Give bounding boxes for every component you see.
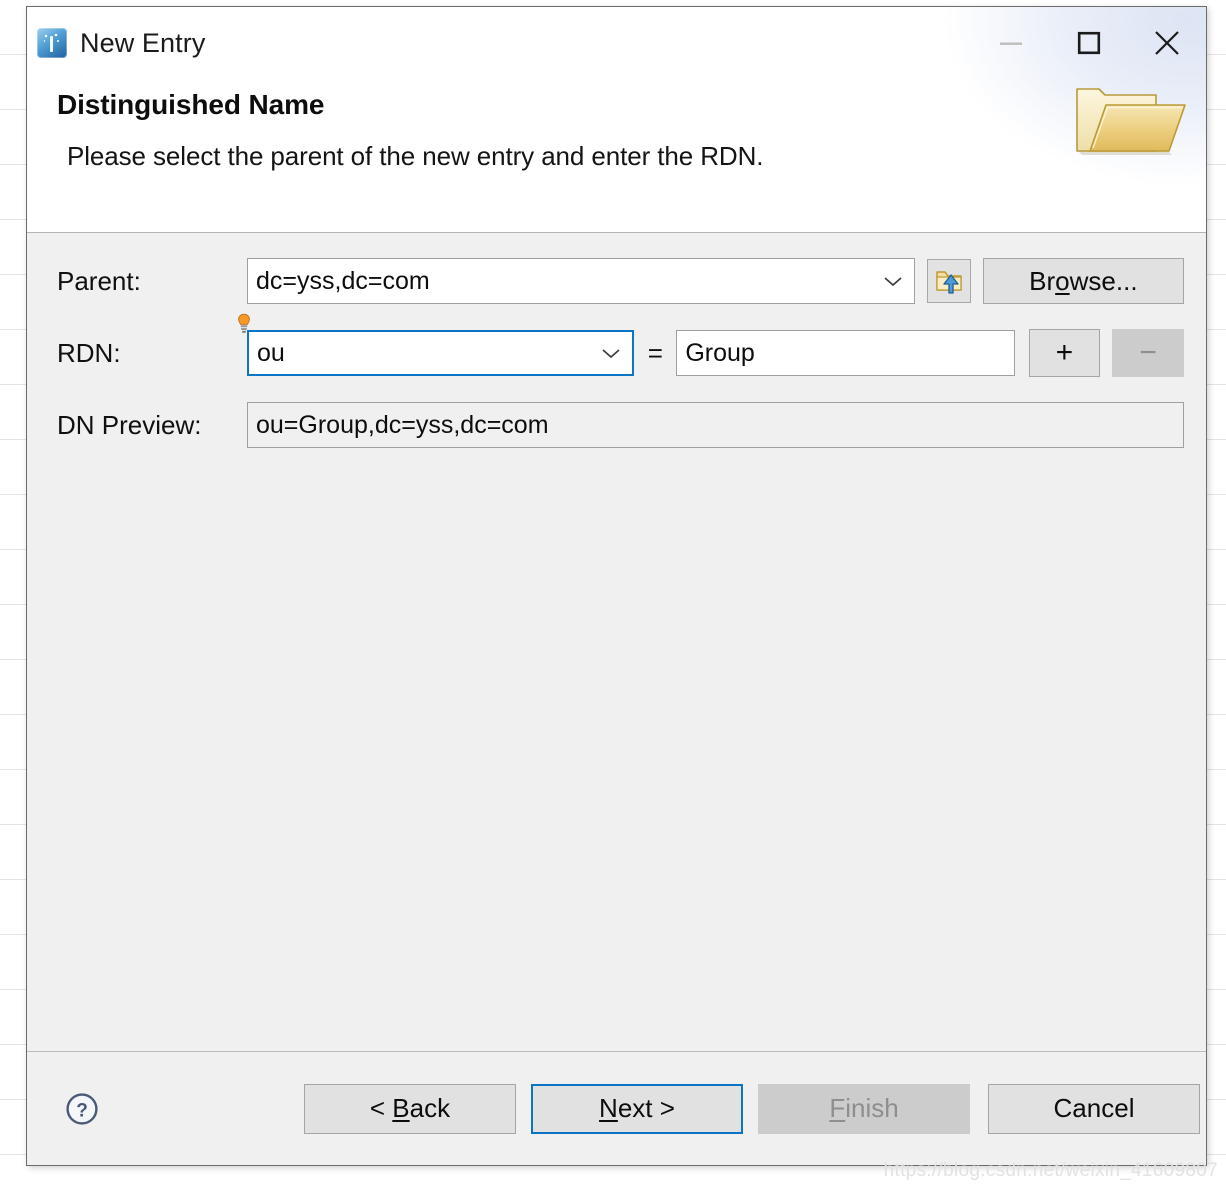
rdn-attribute-value-input[interactable]: Group — [676, 330, 1015, 376]
window-title: New Entry — [80, 27, 206, 58]
help-circle-icon[interactable]: ? — [65, 1092, 99, 1126]
maximize-icon — [1077, 31, 1101, 55]
minimize-icon — [1000, 42, 1022, 45]
rdn-row: RDN: ou = Group + − — [27, 313, 1206, 377]
content-assist-bulb-icon — [238, 313, 250, 333]
row-spacer-2 — [27, 377, 1206, 401]
open-folder-icon — [1076, 88, 1186, 155]
page-description: Please select the parent of the new entr… — [67, 141, 764, 171]
minimize-button[interactable] — [972, 12, 1050, 74]
wizard-buttons: < Back Next > Finish Cancel — [304, 1083, 1200, 1134]
rdn-attribute-type-combo[interactable]: ou — [238, 313, 635, 376]
rdn-attribute-value-text: Group — [685, 338, 755, 367]
cancel-button[interactable]: Cancel — [988, 1083, 1200, 1134]
chevron-down-icon — [880, 274, 906, 288]
dialog-header: New Entry Distinguished Name Please sele… — [27, 7, 1206, 233]
chevron-down-icon — [598, 346, 624, 360]
browse-button-label: Browse... — [1029, 265, 1138, 296]
finish-button-label: Finish — [829, 1093, 899, 1123]
rdn-attribute-type-value: ou — [257, 338, 285, 367]
next-button[interactable]: Next > — [531, 1083, 743, 1134]
dn-preview-label: DN Preview: — [57, 409, 202, 440]
dn-preview-field: ou=Group,dc=yss,dc=com — [247, 402, 1184, 448]
dialog-body: Parent: dc=yss,dc=com Browse... RDN: ou … — [27, 233, 1206, 1051]
back-button-label: < Back — [369, 1093, 451, 1123]
finish-button[interactable]: Finish — [758, 1083, 970, 1134]
new-entry-dialog: New Entry Distinguished Name Please sele… — [26, 6, 1207, 1166]
dn-preview-value: ou=Group,dc=yss,dc=com — [256, 410, 549, 439]
browse-button[interactable]: Browse... — [982, 258, 1184, 304]
dn-preview-row: DN Preview: ou=Group,dc=yss,dc=com — [27, 401, 1206, 449]
remove-rdn-label: − — [1139, 336, 1157, 369]
parent-row: Parent: dc=yss,dc=com Browse... — [27, 257, 1206, 305]
folder-up-icon — [936, 271, 962, 294]
rdn-label: RDN: — [57, 337, 121, 368]
close-icon — [1155, 31, 1179, 55]
parent-dn-combo[interactable]: dc=yss,dc=com — [247, 258, 915, 304]
maximize-button[interactable] — [1050, 12, 1128, 74]
add-rdn-label: + — [1055, 336, 1074, 369]
row-spacer-1 — [27, 305, 1206, 329]
dialog-footer: ? < Back Next > Finish Cancel — [27, 1051, 1206, 1165]
back-button[interactable]: < Back — [304, 1083, 516, 1134]
select-parent-button[interactable] — [926, 259, 971, 303]
parent-dn-value: dc=yss,dc=com — [256, 266, 430, 295]
next-button-label: Next > — [599, 1093, 675, 1123]
remove-rdn-button[interactable]: − — [1112, 329, 1184, 377]
cancel-button-label: Cancel — [1053, 1093, 1135, 1123]
svg-text:?: ? — [76, 1100, 88, 1121]
rdn-equals-sign: = — [647, 337, 663, 368]
add-rdn-button[interactable]: + — [1028, 329, 1101, 377]
entry-icon — [37, 28, 67, 58]
title-bar: New Entry — [27, 7, 1206, 79]
parent-label: Parent: — [57, 265, 141, 296]
page-title: Distinguished Name — [57, 89, 325, 120]
close-button[interactable] — [1128, 12, 1206, 74]
